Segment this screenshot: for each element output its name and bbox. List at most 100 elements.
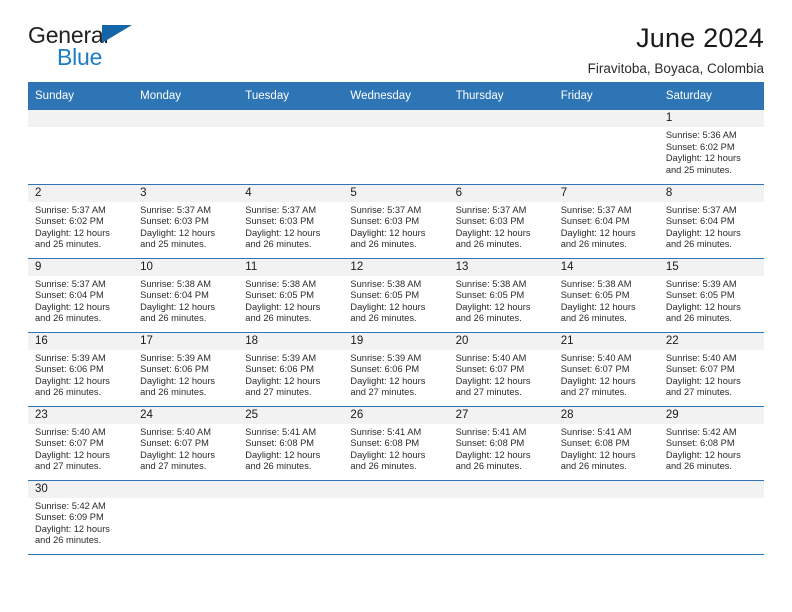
- calendar-day-cell[interactable]: 28 Sunrise: 5:41 AM Sunset: 6:08 PM Dayligh…: [553, 406, 659, 481]
- sunset-text: Sunset: 6:04 PM: [35, 290, 104, 301]
- day-number: [238, 110, 344, 127]
- sunset-text: Sunset: 6:03 PM: [350, 216, 420, 227]
- sunset-text: Sunset: 6:08 PM: [245, 438, 315, 449]
- calendar-body: 1 Sunrise: 5:36 AM Sunset: 6:02 PM Daylight…: [28, 110, 764, 555]
- calendar-day-cell[interactable]: 24 Sunrise: 5:40 AM Sunset: 6:07 PM Dayligh…: [133, 406, 239, 481]
- sunrise-text: Sunrise: 5:39 AM: [245, 352, 317, 363]
- sunset-text: Sunset: 6:07 PM: [140, 438, 209, 449]
- day-details: Sunrise: 5:37 AM Sunset: 6:03 PM Daylight:…: [133, 202, 238, 251]
- calendar-day-cell[interactable]: 17 Sunrise: 5:39 AM Sunset: 6:06 PM Dayligh…: [133, 332, 239, 407]
- sunrise-text: Sunrise: 5:42 AM: [665, 426, 737, 437]
- day-number: 6: [448, 184, 554, 202]
- daylight-text-line2: and 26 minutes.: [35, 535, 102, 546]
- daylight-text-line1: Daylight: 12 hours: [455, 449, 531, 460]
- calendar-day-cell[interactable]: 7 Sunrise: 5:37 AM Sunset: 6:04 PM Daylight…: [553, 184, 659, 259]
- calendar-day-cell[interactable]: 23 Sunrise: 5:40 AM Sunset: 6:07 PM Dayligh…: [28, 406, 134, 481]
- calendar-week-row: 1 Sunrise: 5:36 AM Sunset: 6:02 PM Daylight…: [28, 110, 764, 185]
- calendar-day-cell-empty: [133, 480, 239, 555]
- calendar-day-cell[interactable]: 14 Sunrise: 5:38 AM Sunset: 6:05 PM Dayligh…: [553, 258, 659, 333]
- day-details: Sunrise: 5:37 AM Sunset: 6:02 PM Daylight:…: [28, 202, 133, 251]
- calendar-day-cell-empty: [343, 480, 449, 555]
- calendar-day-cell[interactable]: 1 Sunrise: 5:36 AM Sunset: 6:02 PM Daylight…: [658, 110, 764, 185]
- calendar-day-cell[interactable]: 25 Sunrise: 5:41 AM Sunset: 6:08 PM Dayligh…: [238, 406, 344, 481]
- page-subtitle: Firavitoba, Boyaca, Colombia: [587, 61, 764, 76]
- daylight-text-line1: Daylight: 12 hours: [245, 449, 321, 460]
- calendar-day-cell[interactable]: 5 Sunrise: 5:37 AM Sunset: 6:03 PM Daylight…: [343, 184, 449, 259]
- calendar-day-cell[interactable]: 13 Sunrise: 5:38 AM Sunset: 6:05 PM Dayligh…: [448, 258, 554, 333]
- daylight-text-line2: and 26 minutes.: [245, 239, 312, 250]
- daylight-text-line1: Daylight: 12 hours: [665, 449, 741, 460]
- daylight-text-line2: and 27 minutes.: [245, 387, 312, 398]
- daylight-text-line2: and 27 minutes.: [560, 387, 627, 398]
- daylight-text-line1: Daylight: 12 hours: [455, 227, 531, 238]
- day-details: Sunrise: 5:40 AM Sunset: 6:07 PM Daylight:…: [659, 350, 764, 399]
- sunrise-text: Sunrise: 5:37 AM: [35, 278, 106, 289]
- calendar-day-cell[interactable]: 19 Sunrise: 5:39 AM Sunset: 6:06 PM Dayligh…: [343, 332, 449, 407]
- calendar-day-cell-empty: [133, 110, 239, 185]
- sunset-text: Sunset: 6:06 PM: [245, 364, 315, 375]
- daylight-text-line2: and 26 minutes.: [560, 461, 627, 472]
- calendar-day-cell[interactable]: 26 Sunrise: 5:41 AM Sunset: 6:08 PM Dayligh…: [343, 406, 449, 481]
- calendar-day-cell[interactable]: 30 Sunrise: 5:42 AM Sunset: 6:09 PM Dayligh…: [28, 480, 134, 555]
- calendar-day-cell-empty: [553, 110, 659, 185]
- logo-text-blue: Blue: [57, 44, 103, 70]
- calendar-day-cell[interactable]: 22 Sunrise: 5:40 AM Sunset: 6:07 PM Dayligh…: [658, 332, 764, 407]
- calendar-day-cell[interactable]: 4 Sunrise: 5:37 AM Sunset: 6:03 PM Daylight…: [238, 184, 344, 259]
- sunrise-text: Sunrise: 5:38 AM: [560, 278, 632, 289]
- day-details: Sunrise: 5:39 AM Sunset: 6:06 PM Daylight:…: [343, 350, 448, 399]
- calendar-day-cell[interactable]: 2 Sunrise: 5:37 AM Sunset: 6:02 PM Daylight…: [28, 184, 134, 259]
- calendar-day-cell[interactable]: 20 Sunrise: 5:40 AM Sunset: 6:07 PM Dayligh…: [448, 332, 554, 407]
- calendar-day-cell[interactable]: 12 Sunrise: 5:38 AM Sunset: 6:05 PM Dayligh…: [343, 258, 449, 333]
- daylight-text-line2: and 26 minutes.: [665, 239, 732, 250]
- day-number: 10: [133, 258, 239, 276]
- daylight-text-line2: and 25 minutes.: [35, 239, 102, 250]
- calendar-day-cell[interactable]: 21 Sunrise: 5:40 AM Sunset: 6:07 PM Dayligh…: [553, 332, 659, 407]
- sunset-text: Sunset: 6:04 PM: [560, 216, 630, 227]
- calendar-day-cell[interactable]: 8 Sunrise: 5:37 AM Sunset: 6:04 PM Daylight…: [658, 184, 764, 259]
- sunrise-text: Sunrise: 5:38 AM: [350, 278, 422, 289]
- calendar-day-cell[interactable]: 6 Sunrise: 5:37 AM Sunset: 6:03 PM Daylight…: [448, 184, 554, 259]
- day-details: Sunrise: 5:37 AM Sunset: 6:04 PM Daylight:…: [659, 202, 764, 251]
- daylight-text-line2: and 26 minutes.: [455, 461, 522, 472]
- sunrise-text: Sunrise: 5:37 AM: [245, 204, 317, 215]
- sunset-text: Sunset: 6:06 PM: [350, 364, 420, 375]
- calendar-day-cell[interactable]: 29 Sunrise: 5:42 AM Sunset: 6:08 PM Dayligh…: [658, 406, 764, 481]
- sunset-text: Sunset: 6:07 PM: [455, 364, 525, 375]
- daylight-text-line2: and 26 minutes.: [350, 313, 417, 324]
- day-number: [343, 480, 449, 498]
- calendar-day-cell[interactable]: 18 Sunrise: 5:39 AM Sunset: 6:06 PM Dayligh…: [238, 332, 344, 407]
- calendar-day-cell[interactable]: 27 Sunrise: 5:41 AM Sunset: 6:08 PM Dayligh…: [448, 406, 554, 481]
- daylight-text-line2: and 26 minutes.: [35, 313, 102, 324]
- daylight-text-line2: and 26 minutes.: [245, 461, 312, 472]
- day-details: Sunrise: 5:42 AM Sunset: 6:09 PM Daylight:…: [28, 498, 133, 547]
- daylight-text-line2: and 26 minutes.: [140, 313, 207, 324]
- daylight-text-line1: Daylight: 12 hours: [245, 227, 321, 238]
- calendar-day-cell[interactable]: 15 Sunrise: 5:39 AM Sunset: 6:05 PM Dayligh…: [658, 258, 764, 333]
- day-details: Sunrise: 5:39 AM Sunset: 6:06 PM Daylight:…: [28, 350, 133, 399]
- sunset-text: Sunset: 6:05 PM: [245, 290, 315, 301]
- daylight-text-line1: Daylight: 12 hours: [665, 227, 741, 238]
- daylight-text-line1: Daylight: 12 hours: [35, 227, 110, 238]
- day-number: [448, 480, 554, 498]
- sunset-text: Sunset: 6:06 PM: [35, 364, 104, 375]
- calendar-day-cell[interactable]: 3 Sunrise: 5:37 AM Sunset: 6:03 PM Daylight…: [133, 184, 239, 259]
- day-details: Sunrise: 5:39 AM Sunset: 6:05 PM Daylight:…: [659, 276, 764, 325]
- daylight-text-line2: and 26 minutes.: [560, 313, 627, 324]
- calendar-day-cell[interactable]: 10 Sunrise: 5:38 AM Sunset: 6:04 PM Dayligh…: [133, 258, 239, 333]
- daylight-text-line2: and 27 minutes.: [35, 461, 102, 472]
- day-details: Sunrise: 5:37 AM Sunset: 6:03 PM Daylight:…: [238, 202, 343, 251]
- sunset-text: Sunset: 6:08 PM: [665, 438, 735, 449]
- day-number: 13: [448, 258, 554, 276]
- daylight-text-line1: Daylight: 12 hours: [350, 449, 426, 460]
- calendar-day-cell[interactable]: 11 Sunrise: 5:38 AM Sunset: 6:05 PM Dayligh…: [238, 258, 344, 333]
- daylight-text-line1: Daylight: 12 hours: [350, 301, 426, 312]
- calendar-week-row: 23 Sunrise: 5:40 AM Sunset: 6:07 PM Dayligh…: [28, 406, 764, 481]
- daylight-text-line2: and 25 minutes.: [665, 164, 732, 175]
- calendar-day-cell-empty: [448, 110, 554, 185]
- day-number: 7: [553, 184, 659, 202]
- day-details: Sunrise: 5:40 AM Sunset: 6:07 PM Daylight:…: [554, 350, 659, 399]
- day-number: [133, 480, 239, 498]
- calendar-day-cell[interactable]: 16 Sunrise: 5:39 AM Sunset: 6:06 PM Dayligh…: [28, 332, 134, 407]
- calendar-day-cell[interactable]: 9 Sunrise: 5:37 AM Sunset: 6:04 PM Daylight…: [28, 258, 134, 333]
- calendar-week-row: 9 Sunrise: 5:37 AM Sunset: 6:04 PM Daylight…: [28, 258, 764, 333]
